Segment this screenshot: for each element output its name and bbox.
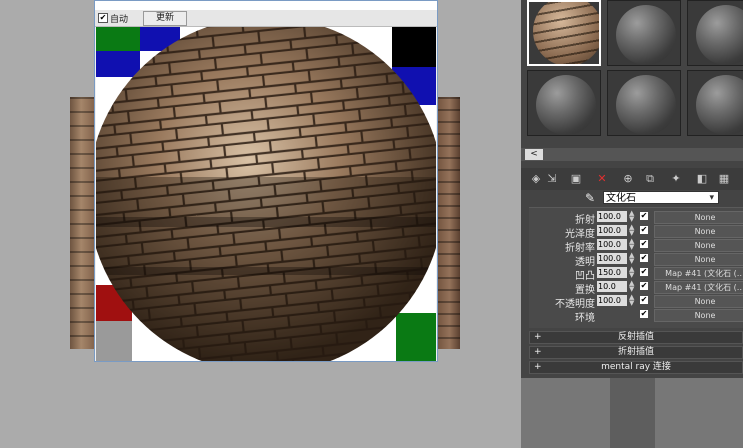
sample-slot-5[interactable] (607, 70, 681, 136)
param-value-input[interactable]: 150.0 (597, 267, 627, 278)
eyedropper-icon[interactable]: ✎ (583, 191, 597, 205)
rollout-title: mental ray 连接 (601, 362, 671, 372)
sample-slot-3[interactable] (687, 0, 743, 66)
material-sphere (616, 75, 676, 135)
preview-render-canvas[interactable] (96, 27, 436, 361)
spinner-icon[interactable]: ▲ ▼ (629, 252, 635, 265)
param-value-input[interactable]: 100.0 (597, 211, 627, 222)
make-unique-icon[interactable]: ⊕ (621, 172, 635, 186)
sample-slot-2[interactable] (607, 0, 681, 66)
spinner-icon[interactable]: ▲ ▼ (629, 280, 635, 293)
param-map-button[interactable]: Map #41 (文化石 (… (654, 267, 743, 280)
param-row-bump: 凹凸 150.0 ▲ ▼ ✔ Map #41 (文化石 (… (529, 266, 743, 282)
spinner-icon[interactable]: ▲ ▼ (629, 294, 635, 307)
param-map-button[interactable]: None (654, 309, 743, 322)
assign-material-icon[interactable]: ▣ (569, 172, 583, 186)
show-map-icon[interactable]: ✦ (669, 172, 683, 186)
param-value-input[interactable]: 100.0 (597, 225, 627, 236)
param-map-button[interactable]: None (654, 253, 743, 266)
material-sphere (696, 75, 743, 135)
param-map-button[interactable]: Map #41 (文化石 (… (654, 281, 743, 294)
param-row-refraction: 折射 100.0 ▲ ▼ ✔ None (529, 210, 743, 226)
param-value-input[interactable]: 100.0 (597, 295, 627, 306)
material-preview-window: ✔ 自动 更新 (94, 0, 438, 362)
preview-titlebar[interactable] (95, 1, 437, 10)
sample-slot-6[interactable] (687, 70, 743, 136)
param-row-opacity: 不透明度 100.0 ▲ ▼ ✔ None (529, 294, 743, 310)
spinner-icon[interactable]: ▲ ▼ (629, 224, 635, 237)
param-checkbox[interactable]: ✔ (640, 254, 648, 262)
param-row-environment: 环境 ✔ None (529, 308, 743, 324)
param-value-input[interactable]: 100.0 (597, 239, 627, 250)
param-checkbox[interactable]: ✔ (640, 212, 648, 220)
spinner-icon[interactable]: ▲ ▼ (629, 210, 635, 223)
param-checkbox[interactable]: ✔ (640, 268, 648, 276)
param-map-button[interactable]: None (654, 239, 743, 252)
update-button[interactable]: 更新 (143, 11, 187, 26)
material-name-field[interactable]: 文化石 ▾ (603, 191, 719, 204)
spinner-icon[interactable]: ▲ ▼ (629, 238, 635, 251)
material-sphere (696, 5, 743, 65)
delete-icon[interactable]: ✕ (595, 172, 609, 186)
param-value-input[interactable]: 100.0 (597, 253, 627, 264)
sample-slot-4[interactable] (527, 70, 601, 136)
param-map-button[interactable]: None (654, 295, 743, 308)
slots-scrollbar[interactable]: < (521, 148, 743, 161)
param-checkbox[interactable]: ✔ (640, 296, 648, 304)
background-icon[interactable]: ▦ (717, 172, 731, 186)
sample-slot-1[interactable] (527, 0, 601, 66)
material-sphere (536, 75, 596, 135)
copy-material-icon[interactable]: ⧉ (643, 172, 657, 186)
material-sphere (616, 5, 676, 65)
preview-toolbar: ✔ 自动 更新 (95, 10, 437, 27)
param-map-button[interactable]: None (654, 225, 743, 238)
param-value-input[interactable]: 10.0 (597, 281, 627, 292)
param-row-ior: 折射率 100.0 ▲ ▼ ✔ None (529, 238, 743, 254)
material-dropdown-arrow[interactable]: ▾ (709, 192, 714, 205)
param-checkbox[interactable]: ✔ (640, 310, 648, 318)
material-name-text: 文化石 (606, 193, 636, 204)
viewport-divider (610, 378, 655, 448)
stone-sphere-render (96, 27, 436, 361)
rollout-title: 反射插值 (617, 332, 654, 342)
stone-material-sphere (533, 2, 599, 64)
param-checkbox[interactable]: ✔ (640, 226, 648, 234)
material-toolbar: ◈ ⇲ ▣ ✕ ⊕ ⧉ ✦ ◧ ▦ (521, 168, 743, 190)
rollout-mental-ray-connection[interactable]: + mental ray 连接 (529, 361, 743, 374)
material-name-row: ✎ 文化石 ▾ (521, 190, 743, 206)
maps-parameters: 折射 100.0 ▲ ▼ ✔ None 光泽度 100.0 ▲ ▼ ✔ None 折… (529, 207, 743, 328)
put-to-scene-icon[interactable]: ⇲ (545, 172, 559, 186)
spinner-icon[interactable]: ▲ ▼ (629, 266, 635, 279)
rollout-title: 折射插值 (617, 347, 654, 357)
auto-update-checkbox[interactable]: ✔ (98, 13, 108, 23)
param-row-transparency: 透明 100.0 ▲ ▼ ✔ None (529, 252, 743, 268)
param-checkbox[interactable]: ✔ (640, 240, 648, 248)
rollout-refraction-interpolation[interactable]: + 折射插值 (529, 346, 743, 359)
param-map-button[interactable]: None (654, 211, 743, 224)
param-checkbox[interactable]: ✔ (640, 282, 648, 290)
pick-material-icon[interactable]: ◈ (529, 172, 543, 186)
show-end-result-icon[interactable]: ◧ (695, 172, 709, 186)
scroll-left-button[interactable]: < (525, 149, 543, 160)
param-row-glossiness: 光泽度 100.0 ▲ ▼ ✔ None (529, 224, 743, 240)
material-editor-panel: < ◈ ⇲ ▣ ✕ ⊕ ⧉ ✦ ◧ ▦ ✎ 文化石 ▾ 折射 100.0 ▲ ▼ … (521, 0, 743, 378)
param-row-displacement: 置换 10.0 ▲ ▼ ✔ Map #41 (文化石 (… (529, 280, 743, 296)
auto-update-label: 自动 (110, 15, 129, 25)
rollout-reflection-interpolation[interactable]: + 反射插值 (529, 331, 743, 344)
param-label: 环境 (575, 313, 595, 324)
